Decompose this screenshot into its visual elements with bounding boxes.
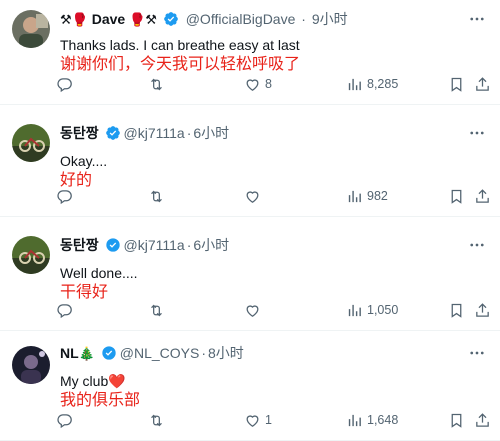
share-button[interactable] xyxy=(474,410,491,430)
user-handle[interactable]: @kj7111a xyxy=(124,125,185,141)
views-button[interactable]: 8,285 xyxy=(346,74,398,94)
like-button[interactable] xyxy=(244,300,265,320)
like-button[interactable]: 1 xyxy=(244,410,272,430)
display-name[interactable]: 동탄짱 xyxy=(60,125,99,141)
avatar[interactable] xyxy=(12,236,50,274)
tweet[interactable]: ⚒🥊 Dave 🥊⚒ @OfficialBigDave · 9小时 Thanks… xyxy=(0,0,500,105)
bookmark-button[interactable] xyxy=(448,300,465,320)
timestamp[interactable]: 6小时 xyxy=(193,237,229,253)
more-options-icon[interactable] xyxy=(468,10,486,28)
bookmark-button[interactable] xyxy=(448,74,465,94)
timestamp[interactable]: 9小时 xyxy=(312,11,348,27)
action-bar: 982 xyxy=(50,186,489,206)
tweet-header: 동탄짱 @kj7111a · 6小时 xyxy=(60,236,460,255)
reply-button[interactable] xyxy=(56,186,77,206)
more-options-icon[interactable] xyxy=(468,124,486,142)
tweet-header: NL🎄 @NL_COYS · 8小时 xyxy=(60,344,460,363)
retweet-button[interactable] xyxy=(148,186,169,206)
action-bar: 1,050 xyxy=(50,300,489,320)
translation-annotation: 干得好 xyxy=(60,282,109,301)
bookmark-button[interactable] xyxy=(448,410,465,430)
avatar[interactable] xyxy=(12,10,50,48)
verified-badge-icon xyxy=(105,125,121,141)
share-button[interactable] xyxy=(474,74,491,94)
like-button[interactable]: 8 xyxy=(244,74,272,94)
user-handle[interactable]: @OfficialBigDave xyxy=(186,11,296,27)
action-bar: 8 8,285 xyxy=(50,74,489,94)
avatar[interactable] xyxy=(12,346,50,384)
separator-dot: · xyxy=(186,237,192,253)
views-button[interactable]: 982 xyxy=(346,186,388,206)
reply-button[interactable] xyxy=(56,74,77,94)
translation-annotation: 谢谢你们，今天我可以轻松呼吸了 xyxy=(60,54,301,73)
retweet-button[interactable] xyxy=(148,74,169,94)
action-bar: 1 1,648 xyxy=(50,410,489,430)
more-options-icon[interactable] xyxy=(468,236,486,254)
tweet-header: 동탄짱 @kj7111a · 6小时 xyxy=(60,124,460,143)
user-handle[interactable]: @NL_COYS xyxy=(120,345,200,361)
reply-button[interactable] xyxy=(56,410,77,430)
user-handle[interactable]: @kj7111a xyxy=(124,237,185,253)
tweet-text: Well done.... xyxy=(60,265,138,281)
separator-dot: · xyxy=(186,125,192,141)
translation-annotation: 我的俱乐部 xyxy=(60,390,141,409)
tweet-header: ⚒🥊 Dave 🥊⚒ @OfficialBigDave · 9小时 xyxy=(60,10,460,29)
like-count: 8 xyxy=(265,77,272,91)
verified-badge-icon xyxy=(163,11,179,27)
retweet-button[interactable] xyxy=(148,300,169,320)
share-button[interactable] xyxy=(474,186,491,206)
timestamp[interactable]: 8小时 xyxy=(208,345,244,361)
timestamp[interactable]: 6小时 xyxy=(193,125,229,141)
display-name[interactable]: 동탄짱 xyxy=(60,237,99,253)
retweet-button[interactable] xyxy=(148,410,169,430)
name-suffix-emoji: 🎄 xyxy=(78,346,95,361)
view-count: 1,648 xyxy=(367,413,399,427)
views-button[interactable]: 1,050 xyxy=(346,300,398,320)
display-name[interactable]: NL xyxy=(60,345,79,361)
like-count: 1 xyxy=(265,413,272,427)
bookmark-button[interactable] xyxy=(448,186,465,206)
tweet-feed: ⚒🥊 Dave 🥊⚒ @OfficialBigDave · 9小时 Thanks… xyxy=(0,0,500,441)
verified-badge-icon xyxy=(101,345,117,361)
views-button[interactable]: 1,648 xyxy=(346,410,398,430)
tweet-text: My club❤️ xyxy=(60,373,126,389)
separator-dot: · xyxy=(201,345,206,361)
more-options-icon[interactable] xyxy=(468,344,486,362)
reply-button[interactable] xyxy=(56,300,77,320)
view-count: 982 xyxy=(367,189,388,203)
tweet[interactable]: NL🎄 @NL_COYS · 8小时 My club❤️ 我的俱乐部 1 1,648 xyxy=(0,330,500,441)
like-button[interactable] xyxy=(244,186,265,206)
separator-dot: · xyxy=(301,11,306,27)
view-count: 8,285 xyxy=(367,77,399,91)
display-name[interactable]: Dave xyxy=(92,11,125,27)
name-suffix-emoji: 🥊⚒ xyxy=(129,12,157,27)
share-button[interactable] xyxy=(474,300,491,320)
tweet[interactable]: 동탄짱 @kj7111a · 6小时 Okay.... 好的 982 xyxy=(0,104,500,217)
view-count: 1,050 xyxy=(367,303,399,317)
tweet[interactable]: 동탄짱 @kj7111a · 6小时 Well done.... 干得好 1,050 xyxy=(0,216,500,331)
tweet-text: Thanks lads. I can breathe easy at last xyxy=(60,37,300,53)
verified-badge-icon xyxy=(105,237,121,253)
tweet-text: Okay.... xyxy=(60,153,108,169)
name-prefix-emoji: ⚒🥊 xyxy=(60,12,88,27)
avatar[interactable] xyxy=(12,124,50,162)
